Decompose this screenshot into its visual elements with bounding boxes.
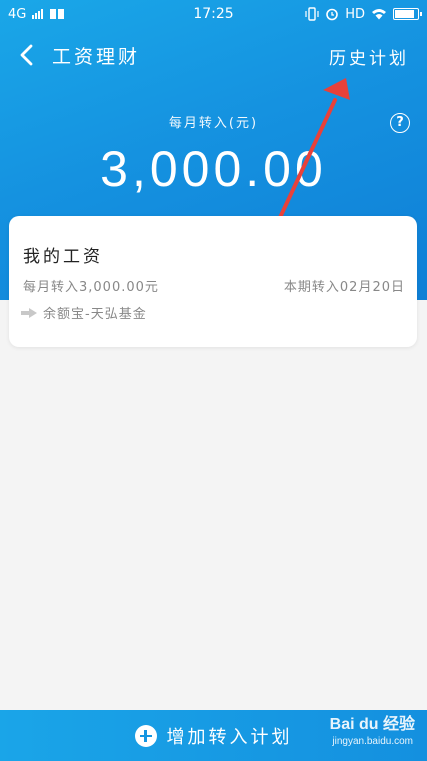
help-icon[interactable]: ?: [390, 113, 410, 133]
plan-monthly-amount: 每月转入3,000.00元: [23, 280, 159, 295]
page-title: 工资理财: [52, 46, 141, 68]
nav-bar: 工资理财 历史计划: [0, 38, 427, 72]
status-bar: 4G 17:25 HD: [0, 0, 427, 28]
arrow-right-icon: [21, 307, 37, 318]
chevron-left-icon: [20, 44, 33, 66]
status-left: 4G: [8, 7, 65, 22]
add-plan-label: 增加转入计划: [166, 726, 293, 748]
plan-current-period-date: 本期转入02月20日: [283, 280, 405, 295]
plan-title: 我的工资: [23, 247, 103, 267]
vibrate-icon: [305, 7, 319, 21]
monthly-amount-label: 每月转入(元): [168, 116, 259, 131]
battery-icon: [393, 8, 422, 20]
alarm-icon: [326, 8, 339, 21]
watermark-logo: Bai du 经验 jingyan.baidu.com: [301, 706, 421, 758]
plan-target-label: 余额宝-天弘基金: [43, 307, 147, 322]
plus-circle-icon: [134, 724, 157, 747]
watermark-url: jingyan.baidu.com: [332, 736, 413, 747]
wifi-icon: [372, 9, 386, 20]
hd-indicator: HD: [345, 6, 365, 22]
salary-plan-card[interactable]: 我的工资 每月转入3,000.00元 本期转入02月20日 余额宝-天弘基金: [9, 216, 417, 347]
watermark-brand: Bai du 经验: [329, 716, 415, 733]
signal-icon: [32, 9, 44, 19]
back-button[interactable]: [12, 40, 40, 70]
plan-target-fund: 余额宝-天弘基金: [21, 303, 147, 322]
status-right: HD: [305, 6, 422, 22]
history-plans-link[interactable]: 历史计划: [329, 44, 409, 69]
status-time: 17:25: [193, 6, 234, 22]
book-icon: [50, 9, 65, 19]
network-type: 4G: [8, 6, 27, 22]
monthly-amount-value: 3,000.00: [100, 141, 327, 197]
